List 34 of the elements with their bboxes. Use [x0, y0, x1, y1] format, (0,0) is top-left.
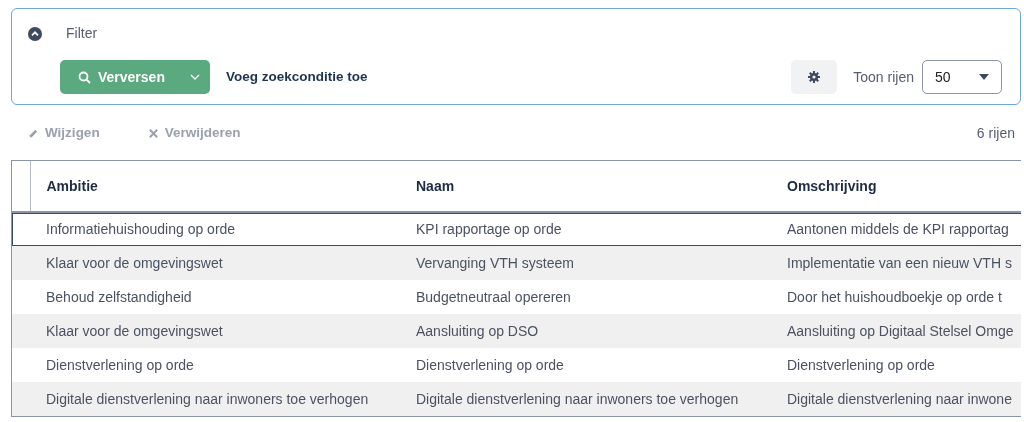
- table-cell: Aantonen middels de KPI rapportag: [771, 212, 1021, 246]
- table-cell: Behoud zelfstandigheid: [30, 280, 400, 314]
- table-cell: Digitale dienstverlening naar inwoners toe verhogen: [400, 382, 771, 416]
- table-cell: KPI rapportage op orde: [400, 212, 771, 246]
- table-cell: Implementatie van een nieuw VTH s: [771, 246, 1021, 280]
- column-header[interactable]: Omschrijving: [771, 161, 1021, 212]
- table-cell: Aansluiting op DSO: [400, 314, 771, 348]
- table-cell: Aansluiting op Digitaal Stelsel Omge: [771, 314, 1021, 348]
- table-cell: Vervanging VTH systeem: [400, 246, 771, 280]
- close-icon: [147, 127, 159, 139]
- table-cell: Klaar voor de omgevingswet: [30, 314, 400, 348]
- rows-dropdown[interactable]: 50: [922, 60, 1002, 94]
- settings-icon: [808, 71, 821, 83]
- table-cell: Budgetneutraal opereren: [400, 280, 771, 314]
- search-icon: [78, 70, 91, 84]
- add-condition-link[interactable]: Voeg zoekconditie toe: [226, 66, 368, 88]
- table-cell: Dienstverlening op orde: [30, 348, 400, 382]
- table-cell: Dienstverlening op orde: [771, 348, 1021, 382]
- row-count: 6 rijen: [976, 123, 1015, 143]
- table-cell: Door het huishoudboekje op orde t: [771, 280, 1021, 314]
- table-cell: Digitale dienstverlening naar inwoners toe verhogen: [30, 382, 400, 416]
- table-cell: Klaar voor de omgevingswet: [30, 246, 400, 280]
- filter-title: Filter: [66, 24, 98, 43]
- table-cell: Dienstverlening op orde: [400, 348, 771, 382]
- collapse-icon[interactable]: [28, 26, 42, 41]
- settings-button[interactable]: [791, 60, 838, 94]
- chevron-down-icon[interactable]: [190, 74, 200, 80]
- column-header[interactable]: Naam: [400, 161, 771, 212]
- rows-label: Toon rijen: [853, 67, 914, 87]
- column-header[interactable]: Ambitie: [30, 161, 400, 212]
- caret-icon: [979, 74, 989, 80]
- table-cell: Digitale dienstverlening naar inwone: [771, 382, 1021, 416]
- pencil-icon: [28, 127, 39, 139]
- table-cell: Informatiehuishouding op orde: [30, 212, 400, 246]
